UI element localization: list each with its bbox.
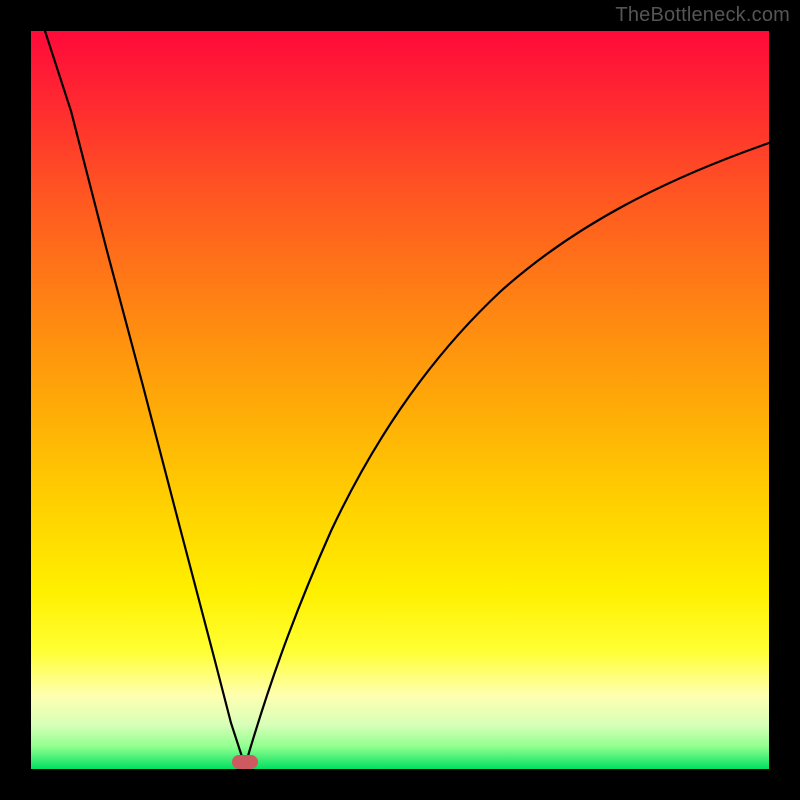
curve-right-branch	[245, 143, 769, 766]
plot-area	[31, 31, 769, 769]
attribution-text: TheBottleneck.com	[615, 4, 790, 27]
curve-overlay	[31, 31, 769, 769]
chart-frame: TheBottleneck.com	[0, 0, 800, 800]
optimum-marker	[232, 755, 258, 769]
curve-left-branch	[45, 31, 245, 766]
